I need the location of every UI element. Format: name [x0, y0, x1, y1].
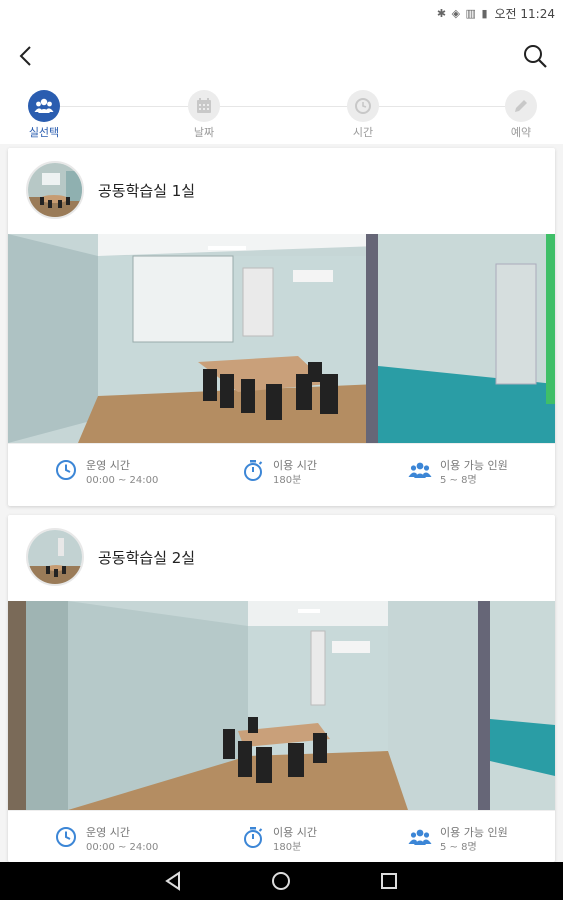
capacity: 이용 가능 인원 5 ~ 8명: [408, 825, 508, 855]
info-value: 5 ~ 8명: [440, 475, 477, 486]
room-info-row: 운영 시간 00:00 ~ 24:00 이용 시간 180분 이용 가능 인원 …: [8, 810, 555, 862]
info-label: 운영 시간: [86, 826, 130, 839]
status-icons: ✱ ◈ ▥ ▮: [436, 6, 489, 20]
step-label: 실선택: [28, 126, 60, 139]
step-label: 날짜: [193, 126, 215, 139]
nav-recents-icon[interactable]: [377, 869, 401, 893]
room-photo: [8, 601, 555, 810]
step-room-circle: [28, 90, 60, 122]
info-label: 운영 시간: [86, 459, 130, 472]
room-name: 공동학습실 2실: [98, 549, 196, 567]
room-card[interactable]: 공동학습실 1실 운영 시간 00:00 ~ 24:00 이용 시간 180분 …: [8, 148, 555, 506]
info-label: 이용 가능 인원: [440, 826, 508, 839]
app-bar: [0, 26, 563, 88]
nav-back-icon[interactable]: [162, 869, 186, 893]
usage-time: 이용 시간 180분: [241, 825, 317, 855]
status-bar: ✱ ◈ ▥ ▮ 오전 11:24: [0, 0, 563, 26]
clock-icon: [56, 827, 76, 847]
room-card-header: 공동학습실 2실: [8, 515, 555, 601]
operating-hours: 운영 시간 00:00 ~ 24:00: [54, 825, 158, 855]
room-card[interactable]: 공동학습실 2실 운영 시간 00:00 ~ 24:00 이용 시간 180분 …: [8, 515, 555, 862]
reservation-stepper: 실선택 날짜 시간 예약: [0, 88, 563, 144]
clock-icon: [56, 460, 76, 480]
step-room-select[interactable]: 실선택: [9, 90, 79, 140]
people-icon: [34, 98, 54, 113]
clock-icon: [355, 98, 371, 114]
people-icon: [408, 462, 432, 478]
step-time-circle: [347, 90, 379, 122]
nav-home-icon[interactable]: [269, 869, 293, 893]
room-thumbnail: [26, 528, 84, 586]
step-date-circle: [188, 90, 220, 122]
stopwatch-icon: [244, 827, 263, 848]
room-photo: [8, 234, 555, 443]
status-time: 오전 11:24: [494, 6, 555, 21]
room-thumbnail: [26, 161, 84, 219]
search-icon: [524, 45, 547, 68]
step-reserve[interactable]: 예약: [486, 90, 556, 140]
operating-hours: 운영 시간 00:00 ~ 24:00: [54, 458, 158, 488]
info-label: 이용 가능 인원: [440, 459, 508, 472]
pencil-icon: [515, 100, 527, 112]
step-reserve-circle: [505, 90, 537, 122]
stopwatch-icon: [244, 460, 263, 481]
stepper-line: [44, 106, 521, 107]
info-label: 이용 시간: [273, 459, 317, 472]
calendar-icon: [197, 98, 211, 113]
step-label: 예약: [510, 126, 532, 139]
info-value: 00:00 ~ 24:00: [86, 842, 159, 853]
room-info-row: 운영 시간 00:00 ~ 24:00 이용 시간 180분 이용 가능 인원 …: [8, 443, 555, 506]
info-value: 180분: [273, 842, 302, 853]
usage-time: 이용 시간 180분: [241, 458, 317, 488]
search-button[interactable]: [521, 42, 549, 70]
room-name: 공동학습실 1실: [98, 182, 196, 200]
people-icon: [408, 829, 432, 845]
info-value: 5 ~ 8명: [440, 842, 477, 853]
system-nav-bar: [0, 862, 563, 900]
info-value: 00:00 ~ 24:00: [86, 475, 159, 486]
arrow-back-icon: [19, 46, 31, 66]
room-card-header: 공동학습실 1실: [8, 148, 555, 234]
info-value: 180분: [273, 475, 302, 486]
capacity: 이용 가능 인원 5 ~ 8명: [408, 458, 508, 488]
step-time[interactable]: 시간: [328, 90, 398, 140]
step-date[interactable]: 날짜: [169, 90, 239, 140]
back-button[interactable]: [12, 42, 40, 70]
step-label: 시간: [352, 126, 374, 139]
info-label: 이용 시간: [273, 826, 317, 839]
